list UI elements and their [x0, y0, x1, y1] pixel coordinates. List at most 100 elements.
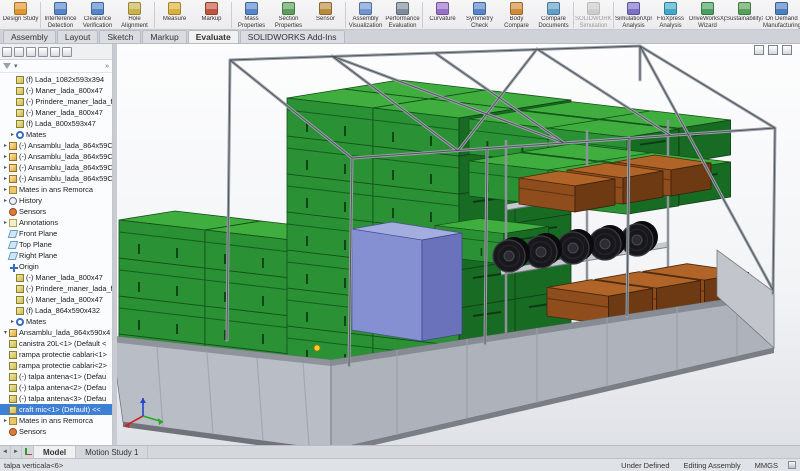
- feature-tree-item[interactable]: (-) talpa antena<3> (Defau: [0, 393, 112, 404]
- curvature-button[interactable]: Curvature: [424, 1, 461, 29]
- assembly-visualization-button[interactable]: Assembly Visualization: [347, 1, 384, 29]
- feature-tree-item[interactable]: (f) Lada_800x593x47: [0, 118, 112, 129]
- feature-tree-item[interactable]: Top Plane: [0, 239, 112, 250]
- appearance-icon[interactable]: [465, 45, 477, 57]
- hide-show-items-icon[interactable]: [449, 45, 461, 57]
- body-compare-button[interactable]: Body Compare: [498, 1, 535, 29]
- feature-tree-item[interactable]: Sensors: [0, 206, 112, 217]
- feature-tree-item[interactable]: (-) Maner_lada_800x47: [0, 107, 112, 118]
- motion-study-tab[interactable]: Motion Study 1: [76, 446, 148, 458]
- solidworks-simulation-button[interactable]: SOLIDWORKS Simulation: [575, 1, 612, 29]
- blue-cabinet[interactable]: [352, 222, 462, 341]
- zoom-fit-icon[interactable]: [353, 45, 365, 57]
- feature-tree-item[interactable]: Origin: [0, 261, 112, 272]
- feature-tree-item[interactable]: ▸ (-) Ansamblu_lada_864x59C: [0, 173, 112, 184]
- tab-scroll-left-icon[interactable]: ◄: [0, 446, 11, 458]
- feature-tree-item[interactable]: Sensors: [0, 426, 112, 437]
- feature-tree-item[interactable]: ▸ Mates: [0, 129, 112, 140]
- simulationxpress-wizard-button[interactable]: SimulationXpress Analysis Wizard: [615, 1, 652, 29]
- tab-layout[interactable]: Layout: [57, 30, 99, 43]
- tab-assembly[interactable]: Assembly: [3, 30, 56, 43]
- expand-arrow-icon[interactable]: ▸: [2, 175, 9, 182]
- expand-arrow-icon[interactable]: ▸: [2, 417, 9, 424]
- propertymanager-icon[interactable]: [14, 47, 24, 57]
- viewport-collapse-icon[interactable]: [782, 45, 792, 55]
- feature-tree-item[interactable]: (-) Prindere_maner_lada_f: [0, 283, 112, 294]
- zoom-area-icon[interactable]: [369, 45, 381, 57]
- design-study-button[interactable]: Design Study: [2, 1, 39, 29]
- feature-tree-item[interactable]: rampa protectie cablari<2>: [0, 360, 112, 371]
- model-tab[interactable]: Model: [34, 446, 76, 458]
- assembly-3d-model[interactable]: [117, 44, 800, 445]
- sensor-button[interactable]: Sensor: [307, 1, 344, 29]
- clearance-verification-button[interactable]: Clearance Verification: [79, 1, 116, 29]
- tab-sketch[interactable]: Sketch: [99, 30, 141, 43]
- feature-tree-item[interactable]: ▸ (-) Ansamblu_lada_864x59C: [0, 162, 112, 173]
- dimxpertmanager-icon[interactable]: [38, 47, 48, 57]
- expand-arrow-icon[interactable]: ▾: [2, 329, 9, 336]
- feature-tree-item[interactable]: Right Plane: [0, 250, 112, 261]
- feature-tree-item[interactable]: ▾ Ansamblu_lada_864x590x4: [0, 327, 112, 338]
- floxpress-wizard-button[interactable]: FloXpress Analysis Wizard: [652, 1, 689, 29]
- feature-tree-item[interactable]: (f) Lada_1082x593x394: [0, 74, 112, 85]
- symmetry-check-button[interactable]: Symmetry Check: [461, 1, 498, 29]
- viewport-refresh-icon[interactable]: [754, 45, 764, 55]
- interference-detection-button[interactable]: Interference Detection: [42, 1, 79, 29]
- graphics-viewport[interactable]: [117, 44, 800, 445]
- displaymanager-icon[interactable]: [50, 47, 60, 57]
- feature-tree-item[interactable]: ▸ (-) Ansamblu_lada_864x59C: [0, 151, 112, 162]
- feature-tree-item[interactable]: (-) Maner_lada_800x47: [0, 272, 112, 283]
- expand-arrow-icon[interactable]: ▸: [9, 318, 16, 325]
- expand-arrow-icon[interactable]: ▸: [2, 186, 9, 193]
- expand-arrow-icon[interactable]: ▸: [9, 131, 16, 138]
- previous-view-icon[interactable]: [385, 45, 397, 57]
- feature-tree-item[interactable]: (-) Maner_lada_800x47: [0, 294, 112, 305]
- feature-tree-item[interactable]: (-) Maner_lada_800x47: [0, 85, 112, 96]
- feature-tree-item[interactable]: Front Plane: [0, 228, 112, 239]
- viewport-window-icon[interactable]: [768, 45, 778, 55]
- tab-evaluate[interactable]: Evaluate: [188, 30, 239, 43]
- feature-tree-item[interactable]: (-) Prindere_maner_lada_f: [0, 96, 112, 107]
- expand-arrow-icon[interactable]: ▸: [2, 197, 9, 204]
- featuremanager-tree-icon[interactable]: [2, 47, 12, 57]
- feature-tree-item[interactable]: canistra 20L<1> (Default <: [0, 338, 112, 349]
- mate-marker[interactable]: [314, 345, 320, 351]
- hole-alignment-button[interactable]: Hole Alignment: [116, 1, 153, 29]
- tab-markup[interactable]: Markup: [142, 30, 186, 43]
- feature-tree-item[interactable]: ▸ (-) Ansamblu_lada_864x59C: [0, 140, 112, 151]
- compare-documents-button[interactable]: Compare Documents: [535, 1, 572, 29]
- feature-tree-item[interactable]: ▸ Annotations: [0, 217, 112, 228]
- sustainability-button[interactable]: SustainabilityXpress: [726, 1, 763, 29]
- feature-tree-item[interactable]: craft mic<1> (Default) <<: [0, 404, 112, 415]
- performance-evaluation-button[interactable]: Performance Evaluation: [384, 1, 421, 29]
- on-demand-manufacturing-button[interactable]: On Demand Manufacturing: [763, 1, 800, 29]
- unit-system-icon[interactable]: [788, 461, 796, 469]
- feature-tree-item[interactable]: ▸ Mates in ans Remorca: [0, 415, 112, 426]
- feature-tree-item[interactable]: rampa protectie cablari<1>: [0, 349, 112, 360]
- chevron-down-icon[interactable]: ▾: [14, 62, 18, 70]
- markup-button[interactable]: Markup: [193, 1, 230, 29]
- feature-tree-item[interactable]: ▸ Mates in ans Remorca: [0, 184, 112, 195]
- feature-tree-item[interactable]: (f) Lada_864x590x432: [0, 305, 112, 316]
- measure-button[interactable]: Measure: [156, 1, 193, 29]
- mass-properties-button[interactable]: Mass Properties: [233, 1, 270, 29]
- panel-expand-icon[interactable]: »: [105, 63, 109, 70]
- driveworksxpress-wizard-button[interactable]: DriveWorksXpress Wizard: [689, 1, 726, 29]
- expand-arrow-icon[interactable]: ▸: [2, 142, 9, 149]
- feature-tree-item[interactable]: ▸ Mates: [0, 316, 112, 327]
- view-orientation-icon[interactable]: [417, 45, 429, 57]
- expand-arrow-icon[interactable]: ▸: [2, 219, 9, 226]
- section-properties-button[interactable]: Section Properties: [270, 1, 307, 29]
- feature-tree-item[interactable]: (-) talpa antena<1> (Defau: [0, 371, 112, 382]
- configurationmanager-icon[interactable]: [26, 47, 36, 57]
- filter-funnel-icon[interactable]: [3, 63, 11, 69]
- cam-tab-icon[interactable]: [62, 47, 72, 57]
- tab-scroll-right-icon[interactable]: ►: [11, 446, 22, 458]
- expand-arrow-icon[interactable]: ▸: [2, 164, 9, 171]
- display-style-icon[interactable]: [433, 45, 445, 57]
- expand-arrow-icon[interactable]: ▸: [2, 153, 9, 160]
- feature-tree-item[interactable]: ▸ History: [0, 195, 112, 206]
- feature-tree-item[interactable]: (-) talpa antena<2> (Defau: [0, 382, 112, 393]
- section-view-icon[interactable]: [401, 45, 413, 57]
- tab-solidworks-addins[interactable]: SOLIDWORKS Add-Ins: [240, 30, 345, 43]
